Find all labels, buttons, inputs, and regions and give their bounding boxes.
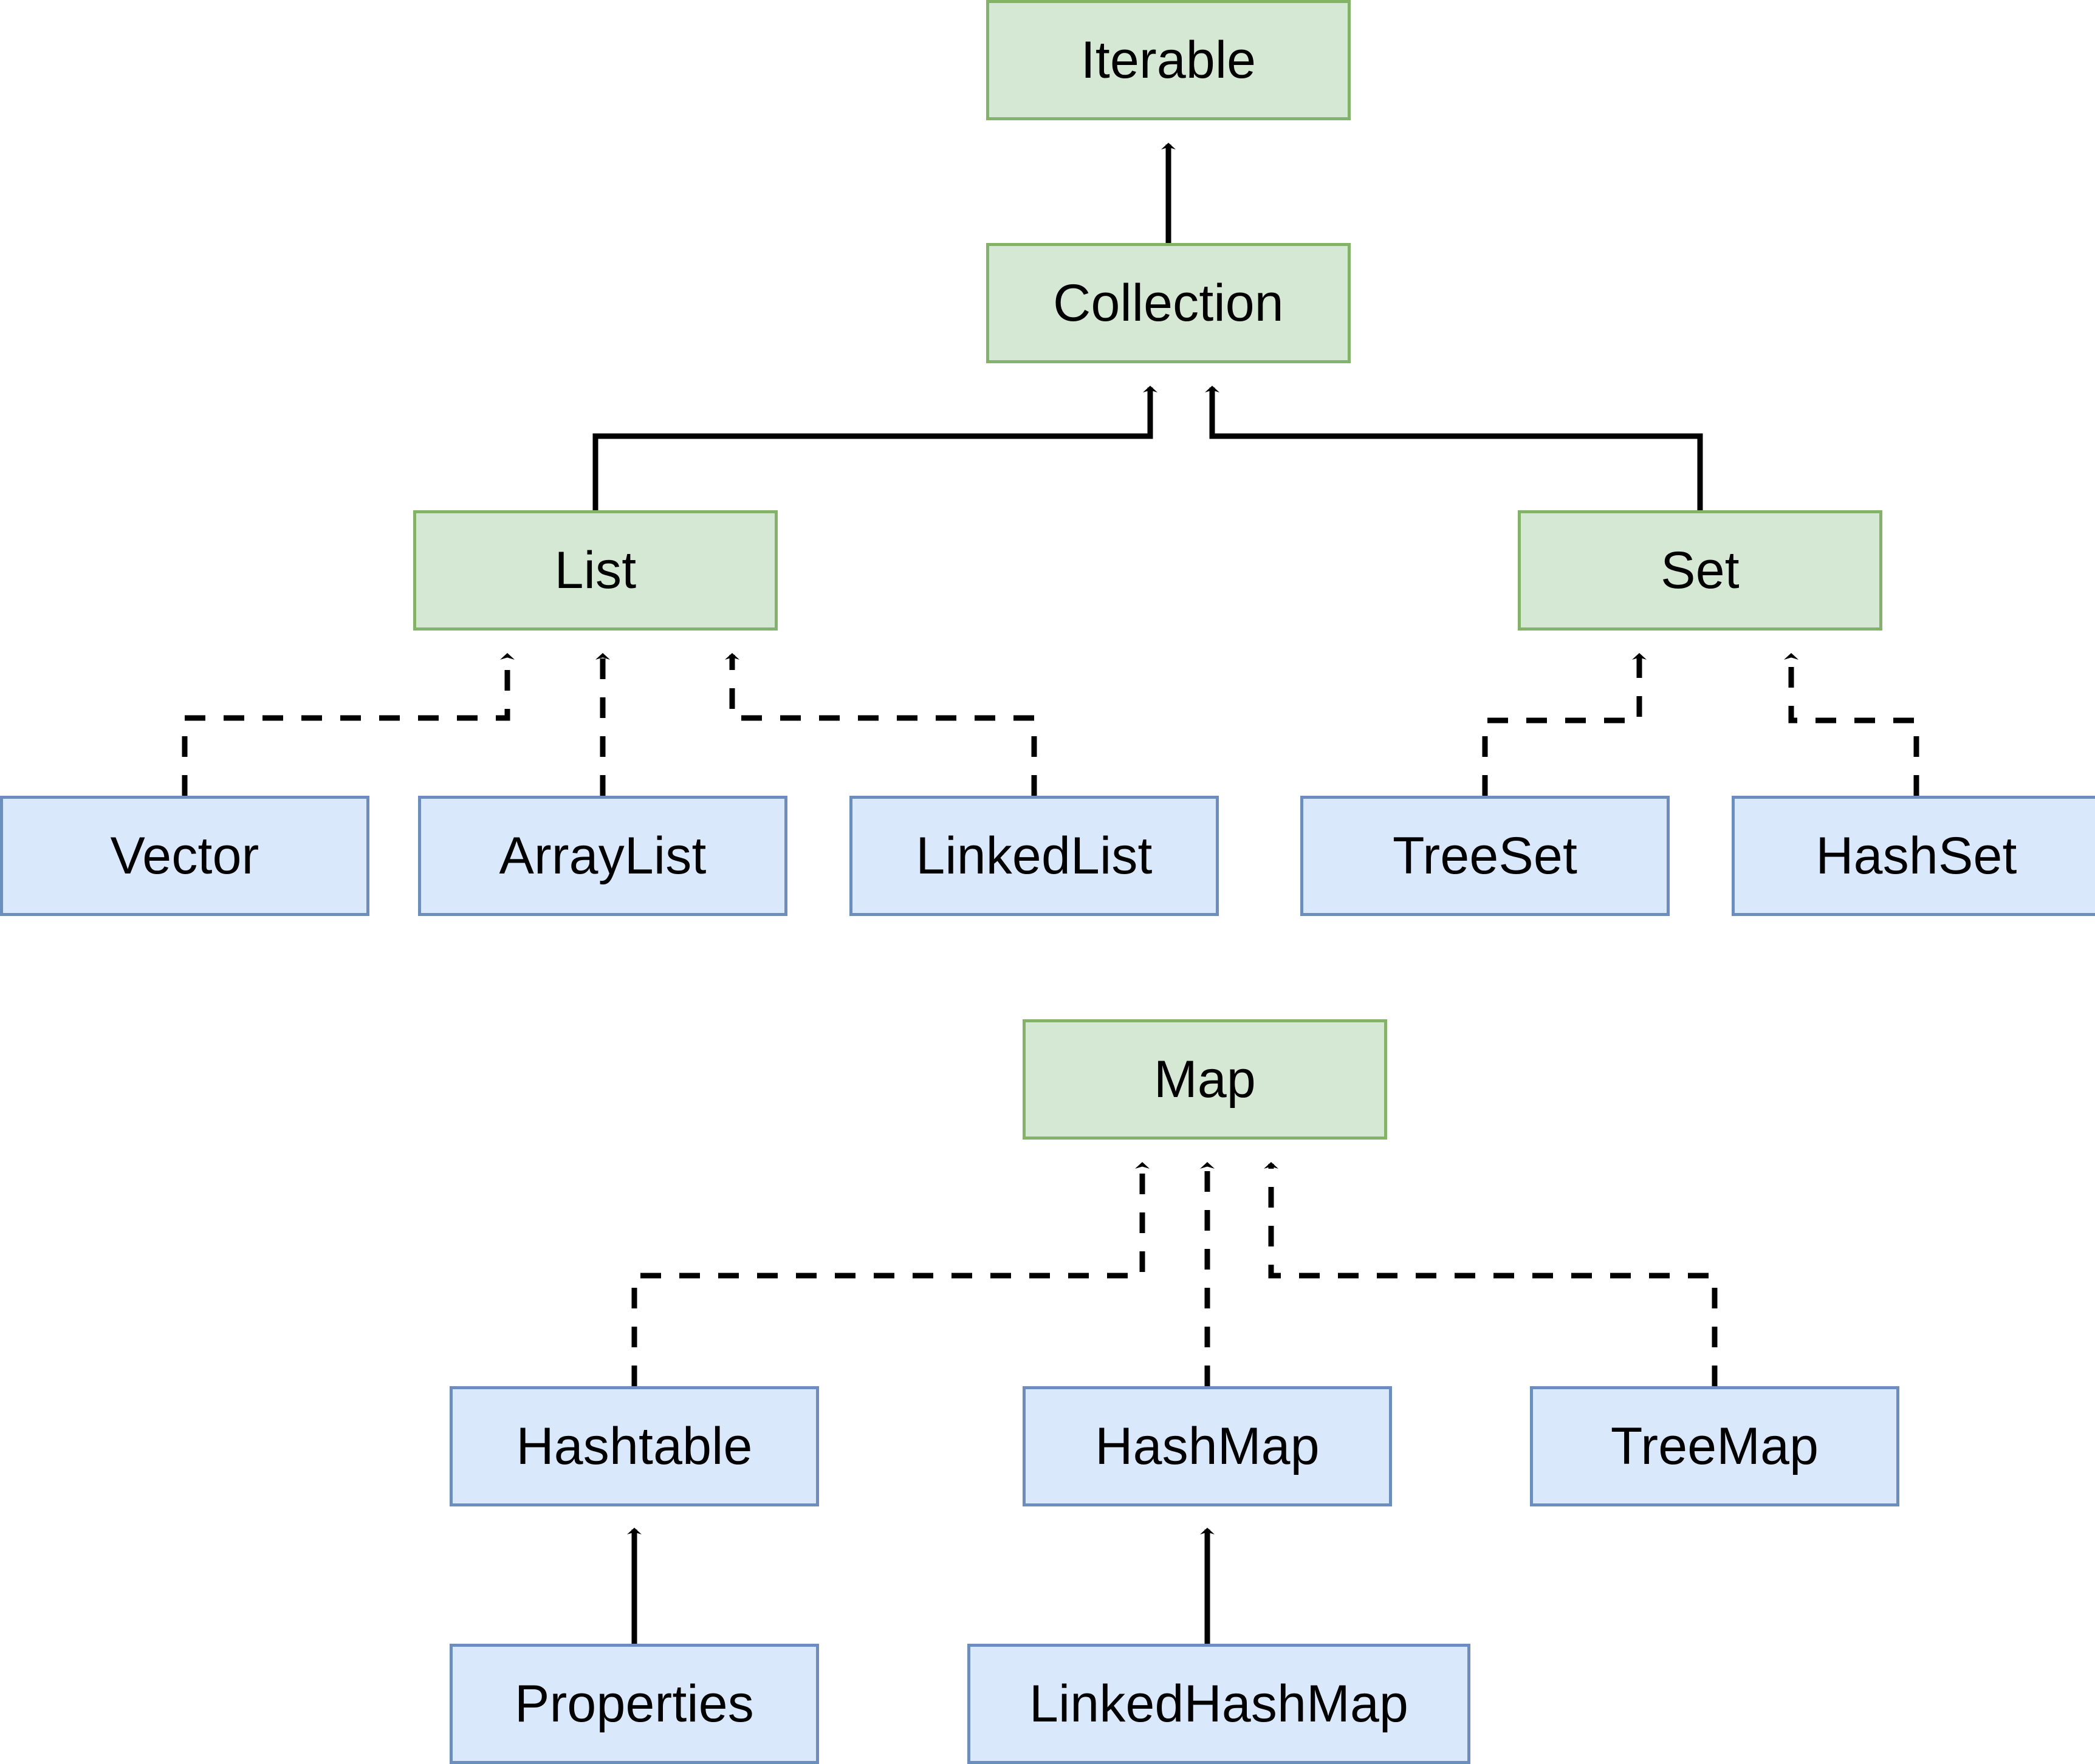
node-label-map: Map — [1154, 1050, 1256, 1109]
node-label-collection: Collection — [1053, 274, 1284, 332]
node-hashtable[interactable]: Hashtable — [450, 1386, 819, 1506]
node-label-properties: Properties — [515, 1675, 754, 1733]
node-properties[interactable]: Properties — [450, 1644, 819, 1764]
node-label-linkedhashmap: LinkedHashMap — [1029, 1675, 1409, 1733]
node-label-set: Set — [1661, 541, 1740, 600]
node-iterable[interactable]: Iterable — [986, 0, 1351, 120]
node-label-arraylist: ArrayList — [499, 827, 707, 885]
node-label-hashtable: Hashtable — [516, 1417, 753, 1475]
node-vector[interactable]: Vector — [0, 796, 369, 916]
node-treeset[interactable]: TreeSet — [1300, 796, 1670, 916]
edge-treemap-to-map — [1264, 1162, 1718, 1386]
edge-set-to-collection — [1205, 386, 1703, 510]
edge-vector-to-list — [182, 653, 515, 796]
edge-list-to-collection — [592, 386, 1157, 510]
node-set[interactable]: Set — [1518, 510, 1882, 631]
node-linkedhashmap[interactable]: LinkedHashMap — [967, 1644, 1470, 1764]
node-label-hashmap: HashMap — [1095, 1417, 1320, 1475]
edge-hashset-to-set — [1784, 653, 1919, 796]
node-collection[interactable]: Collection — [986, 243, 1351, 363]
edge-hashtable-to-map — [631, 1162, 1150, 1386]
node-label-treeset: TreeSet — [1392, 827, 1578, 885]
node-label-list: List — [554, 541, 637, 600]
node-map[interactable]: Map — [1023, 1019, 1387, 1140]
node-label-treemap: TreeMap — [1610, 1417, 1819, 1475]
class-diagram-canvas: Iterable Collection List Set Vector ArrayList… — [0, 0, 2095, 1764]
node-arraylist[interactable]: ArrayList — [418, 796, 787, 916]
node-label-hashset: HashSet — [1816, 827, 2017, 885]
node-label-vector: Vector — [110, 827, 259, 885]
node-hashset[interactable]: HashSet — [1732, 796, 2095, 916]
node-hashmap[interactable]: HashMap — [1023, 1386, 1392, 1506]
node-label-linkedlist: LinkedList — [916, 827, 1153, 885]
node-linkedlist[interactable]: LinkedList — [849, 796, 1219, 916]
edge-treeset-to-set — [1482, 653, 1647, 796]
node-treemap[interactable]: TreeMap — [1530, 1386, 1899, 1506]
node-label-iterable: Iterable — [1080, 31, 1257, 89]
edge-linkedlist-to-list — [725, 653, 1037, 796]
node-list[interactable]: List — [413, 510, 778, 631]
